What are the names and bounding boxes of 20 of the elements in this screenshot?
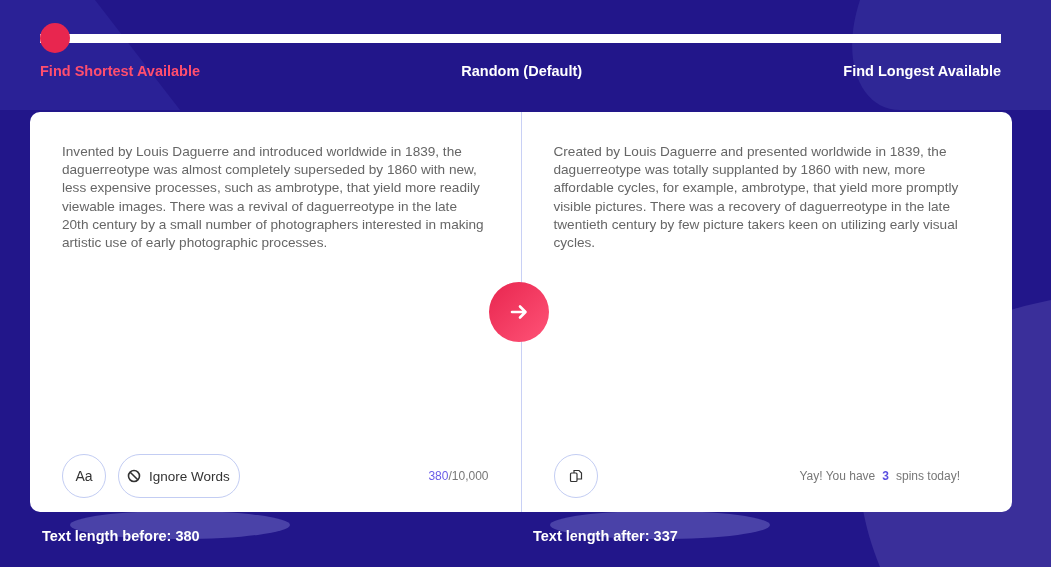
length-after: Text length after: 337	[533, 528, 679, 544]
slider-thumb[interactable]	[40, 23, 70, 53]
input-text[interactable]: Invented by Louis Daguerre and introduced worldwide in 1839, the daguerreotype was almost completely superseded by 1860 with new, less expensive processes, such as ambrotype, that yield more readily viewable images. There was a revival of daguerreotype in the late 20th century by a small number of photographers interested in making artistic use of early photographic processes.	[62, 143, 485, 454]
char-count: 380	[428, 469, 449, 483]
rephrase-button[interactable]	[489, 282, 549, 342]
length-before: Text length before: 380	[42, 528, 201, 544]
spins-count: 3	[882, 469, 889, 483]
font-button[interactable]: Aa	[62, 454, 106, 498]
copy-icon	[568, 469, 583, 483]
copy-button[interactable]	[553, 454, 598, 498]
char-limit: /10,000	[448, 469, 489, 483]
slider-option[interactable]: Find Longest Available	[843, 63, 1001, 79]
slider-option[interactable]: Random (Default)	[461, 63, 583, 79]
output-text: Created by Louis Daguerre and presented worldwide in 1839, the daguerreotype was totally supplanted by 1860 with new, more affordable cycles, for example, ambrotype, that yield more promptly visible pictures. There was a recovery of daguerreotype in the late twentieth century by few picture takers keen on utilizing early visual cycles.	[553, 143, 960, 252]
spins-text: spins today!	[895, 469, 960, 483]
spins-text: Yay! You have	[799, 469, 876, 483]
slider-option[interactable]: Find Shortest Available	[40, 63, 201, 79]
block-icon	[127, 469, 141, 483]
ignore-words-button[interactable]: Ignore Words	[118, 454, 240, 498]
arrow-right-icon	[509, 302, 529, 322]
